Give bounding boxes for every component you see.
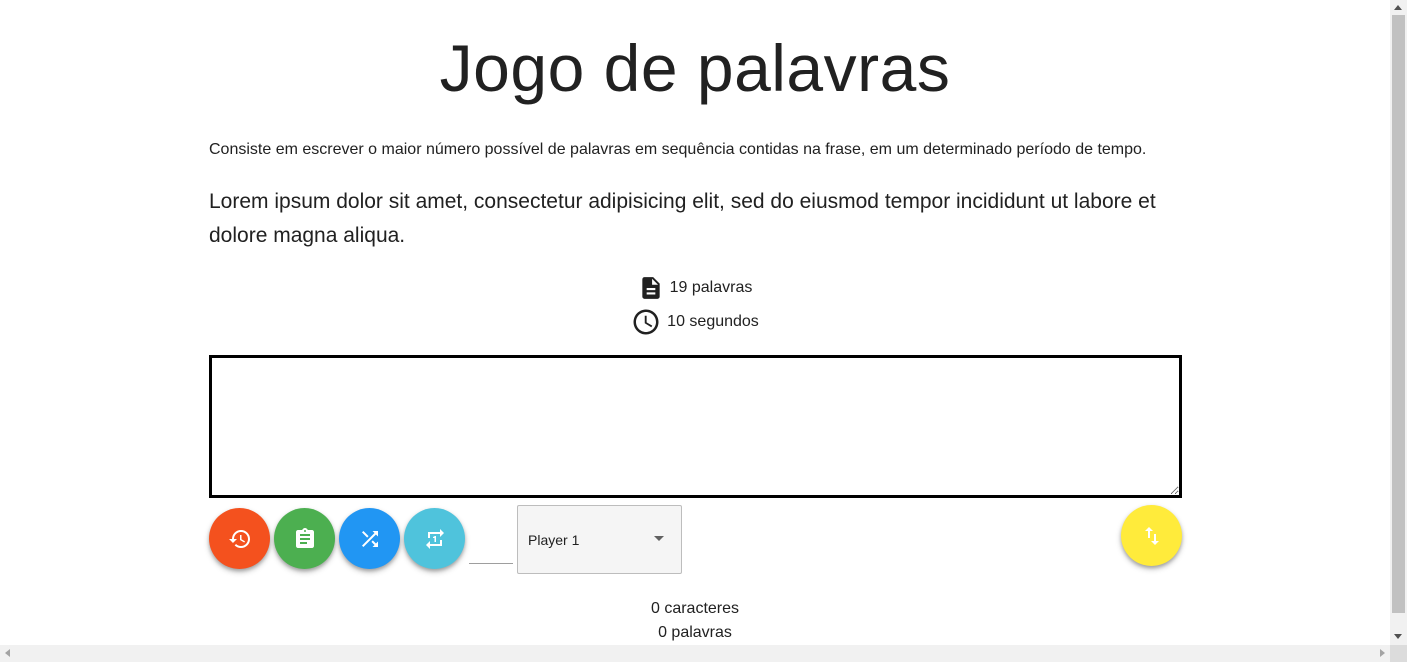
player-select-value: Player 1 xyxy=(528,531,580,548)
scroll-up-arrow-icon[interactable] xyxy=(1394,5,1402,10)
target-phrase: Lorem ipsum dolor sit amet, consectetur … xyxy=(209,190,1156,247)
word-counter: 0 palavras xyxy=(658,624,732,641)
horizontal-scrollbar[interactable] xyxy=(0,645,1390,662)
time-limit-stat: 10 segundos xyxy=(0,307,1390,337)
shuffle-icon xyxy=(361,530,378,547)
word-count-label: 19 palavras xyxy=(669,279,753,296)
scrollbar-corner xyxy=(1390,645,1407,662)
vertical-scroll-thumb[interactable] xyxy=(1392,15,1405,613)
paste-button[interactable] xyxy=(274,508,335,569)
repeat-one-button[interactable] xyxy=(404,508,465,569)
page-title: Jogo de palavras xyxy=(439,31,951,105)
shuffle-button[interactable] xyxy=(339,508,400,569)
short-text-input[interactable] xyxy=(469,538,513,564)
character-counter: 0 caracteres xyxy=(650,600,740,617)
swap-button[interactable] xyxy=(1121,505,1182,566)
repeat-one-icon xyxy=(425,528,444,549)
typing-textarea[interactable] xyxy=(209,355,1182,498)
player-select[interactable]: Player 1 xyxy=(517,505,682,574)
scroll-right-arrow-icon[interactable] xyxy=(1380,649,1385,657)
history-icon xyxy=(228,529,250,548)
scroll-down-arrow-icon[interactable] xyxy=(1394,634,1402,639)
history-button[interactable] xyxy=(209,508,270,569)
clipboard-icon xyxy=(295,527,314,548)
game-description: Consiste em escrever o maior número poss… xyxy=(209,141,1147,158)
scroll-left-arrow-icon[interactable] xyxy=(5,649,10,657)
clock-icon xyxy=(631,307,661,337)
time-limit-label: 10 segundos xyxy=(667,313,759,330)
page-viewport: Jogo de palavras Consiste em escrever o … xyxy=(0,0,1390,645)
vertical-scrollbar[interactable] xyxy=(1390,0,1407,645)
caret-down-icon xyxy=(654,536,664,541)
swap-vertical-icon xyxy=(1144,526,1159,545)
word-count-stat: 19 palavras xyxy=(0,274,1390,302)
document-icon xyxy=(638,274,664,302)
